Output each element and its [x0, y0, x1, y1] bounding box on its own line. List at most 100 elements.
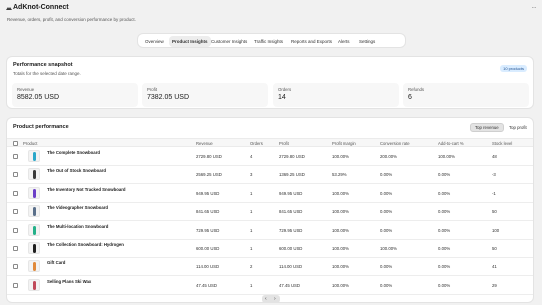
- profit-cell: 841.65 USD: [279, 209, 303, 215]
- orders-cell: 4: [250, 154, 253, 159]
- row-checkbox[interactable]: [13, 209, 18, 215]
- revenue-cell: 600.00 USD: [196, 246, 220, 251]
- product-count-badge: 10 products: [500, 65, 527, 72]
- stat-value: 14: [278, 94, 286, 101]
- revenue-cell: 47.45 USD: [196, 282, 218, 288]
- snapshot-title: Performance snapshot: [13, 62, 73, 68]
- tab-customer-insights[interactable]: Customer Insights: [208, 36, 250, 47]
- pagination: ‹ ›: [262, 295, 280, 303]
- col-stock-level: Stock level: [492, 140, 513, 146]
- product-thumbnail: [28, 205, 40, 218]
- table-row[interactable]: The Complete Snowboard 2729.80 USD 4 2729.8…: [7, 148, 533, 166]
- stat-orders: Orders 14: [273, 83, 399, 107]
- revenue-cell: 2569.25 USD: [196, 172, 222, 178]
- table-row[interactable]: The Collection Snowboard: Hydrogen 600.00…: [7, 240, 533, 258]
- row-checkbox[interactable]: [13, 246, 18, 251]
- col-add-to-cart: Add-to-cart %: [438, 140, 464, 146]
- product-name[interactable]: The Collection Snowboard: Hydrogen: [47, 242, 124, 247]
- product-thumbnail: [28, 223, 40, 236]
- conversion-cell: 0.00%: [380, 190, 393, 196]
- select-all-checkbox[interactable]: [13, 140, 18, 146]
- stock-cell: -3: [492, 172, 496, 178]
- product-image: [33, 207, 36, 217]
- table-row[interactable]: The Multi-location Snowboard 729.95 USD 1 7…: [7, 222, 533, 240]
- stat-value: 7382.05 USD: [147, 94, 190, 101]
- profit-cell: 114.00 USD: [279, 264, 303, 270]
- product-name[interactable]: The Videographer Snowboard: [47, 205, 108, 210]
- stock-cell: 50: [492, 209, 497, 215]
- add-to-cart-cell: 100.00%: [438, 154, 455, 159]
- stock-cell: -1: [492, 190, 496, 196]
- col-product: Product: [23, 140, 38, 146]
- table-row[interactable]: The Videographer Snowboard 841.65 USD 1 841…: [7, 203, 533, 222]
- tab-product-insights[interactable]: Product Insights: [169, 36, 211, 47]
- product-thumbnail: [28, 186, 40, 199]
- more-menu-icon[interactable]: ···: [532, 5, 537, 11]
- product-image: [33, 244, 36, 253]
- conversion-cell: 0.00%: [380, 209, 393, 215]
- margin-cell: 100.00%: [332, 264, 349, 270]
- product-name[interactable]: Gift Card: [47, 260, 65, 265]
- stat-label: Revenue: [17, 87, 35, 92]
- product-performance-card: Product performance Top revenue Top prof…: [6, 117, 534, 303]
- profit-cell: 47.45 USD: [279, 282, 301, 288]
- table-row[interactable]: Gift Card 114.00 USD 2 114.00 USD 100.00% 0.0…: [7, 258, 533, 277]
- tab-traffic-insights[interactable]: Traffic Insights: [251, 36, 286, 47]
- stat-label: Refunds: [408, 87, 425, 92]
- product-thumbnail: [28, 168, 40, 181]
- orders-cell: 1: [250, 246, 253, 251]
- stat-refunds: Refunds 6: [403, 83, 529, 107]
- top-profit-button[interactable]: Top profit: [504, 123, 532, 132]
- margin-cell: 100.00%: [332, 209, 349, 215]
- orders-cell: 1: [250, 190, 253, 196]
- stock-cell: 29: [492, 282, 497, 288]
- prev-page-button[interactable]: ‹: [265, 295, 267, 303]
- add-to-cart-cell: 0.00%: [438, 264, 451, 270]
- margin-cell: 100.00%: [332, 190, 349, 196]
- top-revenue-button[interactable]: Top revenue: [470, 123, 504, 132]
- nav-tabs: Overview Product Insights Customer Insig…: [137, 33, 406, 48]
- add-to-cart-cell: 0.00%: [438, 190, 451, 196]
- tab-overview[interactable]: Overview: [142, 36, 167, 47]
- conversion-cell: 0.00%: [380, 282, 393, 288]
- profit-cell: 949.95 USD: [279, 190, 303, 196]
- orders-cell: 1: [250, 227, 253, 233]
- table-row[interactable]: The Out of Stock Snowboard 2569.25 USD 3 13…: [7, 166, 533, 185]
- stock-cell: 100: [492, 227, 500, 233]
- add-to-cart-cell: 0.00%: [438, 227, 451, 233]
- stat-label: Profit: [147, 87, 158, 92]
- row-checkbox[interactable]: [13, 172, 18, 178]
- product-name[interactable]: The Inventory Not Tracked Snowboard: [47, 187, 126, 192]
- table-row[interactable]: The Inventory Not Tracked Snowboard 949.9…: [7, 185, 533, 203]
- product-name[interactable]: The Out of Stock Snowboard: [47, 168, 106, 173]
- tab-settings[interactable]: Settings: [356, 36, 378, 47]
- product-name[interactable]: The Complete Snowboard: [47, 150, 100, 155]
- stat-label: Orders: [278, 87, 292, 92]
- profit-cell: 600.00 USD: [279, 246, 303, 251]
- product-name[interactable]: The Multi-location Snowboard: [47, 224, 108, 229]
- product-name[interactable]: Selling Plans Ski Wax: [47, 279, 91, 284]
- row-checkbox[interactable]: [13, 227, 18, 233]
- table-row[interactable]: Selling Plans Ski Wax 47.45 USD 1 47.45 USD…: [7, 277, 533, 295]
- row-checkbox[interactable]: [13, 282, 18, 288]
- table-header: Product Revenue Orders Profit Profit mar…: [7, 138, 533, 147]
- col-profit: Profit: [279, 140, 289, 146]
- tab-alerts[interactable]: Alerts: [335, 36, 353, 47]
- conversion-cell: 0.00%: [380, 227, 393, 233]
- next-page-button[interactable]: ›: [274, 295, 276, 303]
- product-thumbnail: [28, 260, 40, 273]
- row-checkbox[interactable]: [13, 154, 18, 159]
- conversion-cell: 0.00%: [380, 172, 393, 178]
- tab-reports-exports[interactable]: Reports and Exports: [288, 36, 335, 47]
- conversion-cell: 0.00%: [380, 264, 393, 270]
- add-to-cart-cell: 0.00%: [438, 209, 451, 215]
- app-title: AdKnot-Connect: [13, 4, 69, 11]
- margin-cell: 100.00%: [332, 154, 349, 159]
- row-checkbox[interactable]: [13, 264, 18, 270]
- margin-cell: 100.00%: [332, 282, 349, 288]
- col-revenue: Revenue: [196, 140, 213, 146]
- row-checkbox[interactable]: [13, 190, 18, 196]
- col-orders: Orders: [250, 140, 263, 146]
- margin-cell: 100.00%: [332, 227, 349, 233]
- stat-value: 6: [408, 94, 412, 101]
